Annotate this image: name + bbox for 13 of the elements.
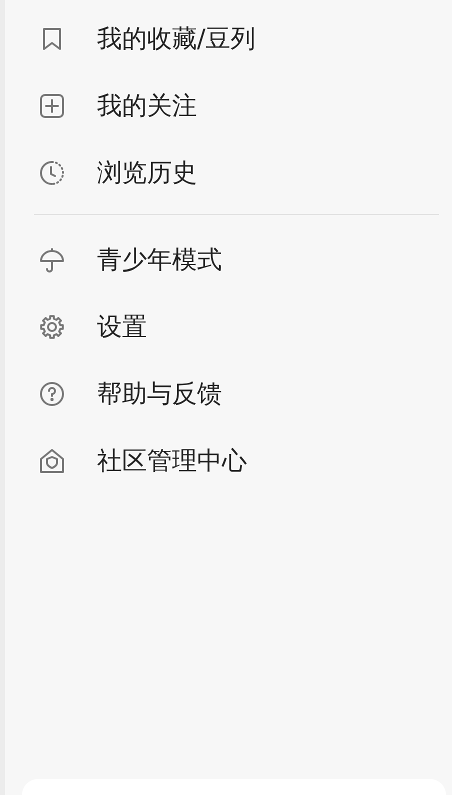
clock-icon [39, 160, 65, 186]
menu-item[interactable]: 青少年模式 [5, 226, 452, 293]
umbrella-icon [39, 246, 65, 272]
settings-icon [39, 314, 65, 340]
shield-icon [39, 448, 65, 474]
menu-item[interactable]: 设置 [5, 293, 452, 360]
help-icon [39, 380, 65, 406]
menu-item[interactable]: 帮助与反馈 [5, 360, 452, 427]
menu-item[interactable]: 浏览历史 [5, 139, 452, 206]
plus-icon [39, 92, 65, 118]
menu-item[interactable]: 社区管理中心 [5, 427, 452, 494]
menu-item[interactable]: 我的关注 [5, 72, 452, 139]
menu-item[interactable]: 我的收藏/豆列 [5, 5, 452, 72]
